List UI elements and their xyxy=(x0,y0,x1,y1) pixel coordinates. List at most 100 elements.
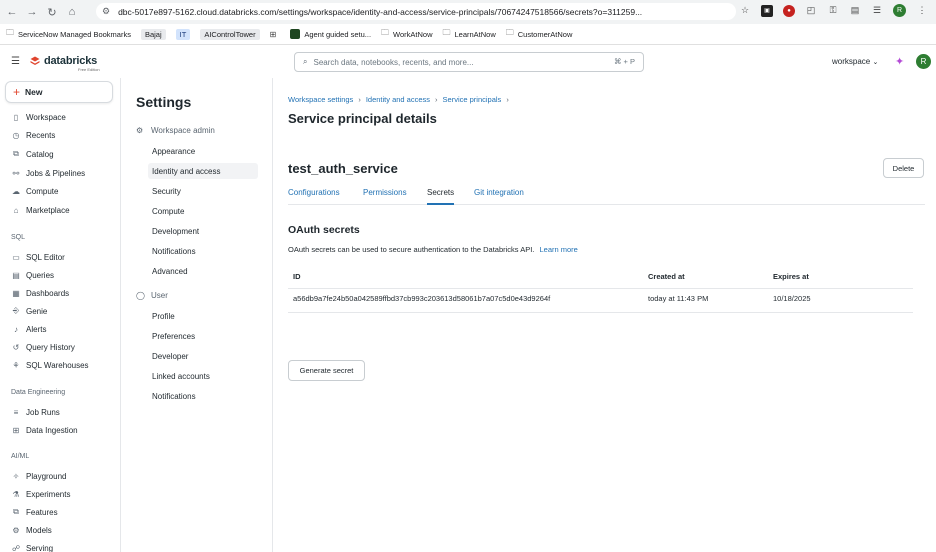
experiments-icon: ⚗ xyxy=(12,489,20,499)
clock-icon: ◷ xyxy=(12,130,20,140)
settings-item-development[interactable]: Development xyxy=(148,223,258,239)
user-avatar[interactable]: R xyxy=(916,54,931,69)
sidebar-item-job-runs[interactable]: ≡ Job Runs xyxy=(11,406,60,418)
breadcrumb-identity-and-access[interactable]: Identity and access xyxy=(366,95,430,104)
menu-hamburger-icon[interactable]: ☰ xyxy=(11,56,20,67)
reload-icon[interactable]: ↻ xyxy=(42,2,62,22)
sidebar-item-marketplace[interactable]: ⌂ Marketplace xyxy=(11,204,70,216)
sidebar-item-recents[interactable]: ◷ Recents xyxy=(11,129,56,141)
extension-puzzle-icon[interactable]: ◰ xyxy=(805,5,817,17)
bookmark-bajaj[interactable]: Bajaj xyxy=(140,28,166,40)
delete-button[interactable]: Delete xyxy=(883,158,924,178)
breadcrumb-workspace-settings[interactable]: Workspace settings xyxy=(288,95,353,104)
models-icon: ⚙ xyxy=(12,525,20,535)
bookmark-it[interactable]: IT xyxy=(175,28,191,40)
settings-item-developer[interactable]: Developer xyxy=(148,348,258,364)
settings-item-preferences[interactable]: Preferences xyxy=(148,328,258,344)
sidebar-item-data-ingestion[interactable]: ⊞ Data Ingestion xyxy=(11,424,78,436)
folder-icon: 🗀 xyxy=(505,28,514,37)
tab-secrets[interactable]: Secrets xyxy=(427,188,455,205)
sidebar-item-features[interactable]: ⧉ Features xyxy=(11,506,57,518)
sidebar-item-queries[interactable]: ▤ Queries xyxy=(11,269,54,281)
extensions-area: ☆ ▣ ● ◰ ⚿ ▤ ☰ R ⋮ xyxy=(739,4,928,17)
extension-red-icon[interactable]: ● xyxy=(783,4,795,17)
breadcrumb-service-principals[interactable]: Service principals xyxy=(443,95,502,104)
site-info-icon[interactable]: ⚙ xyxy=(102,6,110,17)
settings-item-linked-accounts[interactable]: Linked accounts xyxy=(148,368,258,384)
bookmark-agent-guided[interactable]: Agent guided setu... xyxy=(290,29,371,39)
settings-group-user: ◯ User xyxy=(136,291,168,300)
settings-item-notifications-user[interactable]: Notifications xyxy=(148,388,258,404)
sidebar-item-genie[interactable]: ⎆ Genie xyxy=(11,305,48,317)
settings-item-advanced[interactable]: Advanced xyxy=(148,263,258,279)
sidebar-item-compute[interactable]: ☁ Compute xyxy=(11,185,58,197)
settings-title: Settings xyxy=(136,94,192,110)
sidebar-item-alerts[interactable]: ♪ Alerts xyxy=(11,323,46,335)
browser-profile-avatar[interactable]: R xyxy=(893,4,906,17)
global-search-input[interactable]: ⌕ Search data, notebooks, recents, and m… xyxy=(294,52,644,72)
tab-configurations[interactable]: Configurations xyxy=(288,188,340,205)
sidebar-item-playground[interactable]: ✧ Playground xyxy=(11,470,67,482)
sidebar-item-sql-warehouses[interactable]: ⚘ SQL Warehouses xyxy=(11,359,88,371)
tab-bar: Configurations Permissions Secrets Git i… xyxy=(288,188,925,205)
back-icon[interactable]: ← xyxy=(2,2,22,22)
password-key-icon[interactable]: ⚿ xyxy=(827,5,839,17)
breadcrumb-separator-icon: › xyxy=(435,95,438,104)
sidebar-item-query-history[interactable]: ↺ Query History xyxy=(11,341,75,353)
cloud-icon: ☁ xyxy=(12,186,20,196)
address-bar[interactable]: ⚙ dbc-5017e897-5162.cloud.databricks.com… xyxy=(96,3,736,20)
warehouse-icon: ⚘ xyxy=(12,360,20,370)
bookmark-customeratnow[interactable]: 🗀 CustomerAtNow xyxy=(506,27,573,41)
search-placeholder: Search data, notebooks, recents, and mor… xyxy=(313,57,474,67)
sidebar-item-dashboards[interactable]: ▦ Dashboards xyxy=(11,287,69,299)
bookmark-workatnow[interactable]: 🗀 WorkAtNow xyxy=(381,27,432,41)
home-icon[interactable]: ⌂ xyxy=(62,2,82,22)
settings-item-notifications-admin[interactable]: Notifications xyxy=(148,243,258,259)
databricks-logo[interactable]: databricks xyxy=(30,55,97,67)
settings-nav: Settings ⚙ Workspace admin Appearance Id… xyxy=(121,78,273,552)
secret-created-cell: today at 11:43 PM xyxy=(648,294,709,303)
menu-dots-icon[interactable]: ⋮ xyxy=(916,5,928,17)
bookmark-learnatnow[interactable]: 🗀 LearnAtNow xyxy=(442,27,495,41)
settings-item-profile[interactable]: Profile xyxy=(148,308,258,324)
learn-more-link[interactable]: Learn more xyxy=(539,245,577,254)
sidebar-item-serving[interactable]: ☍ Serving xyxy=(11,542,53,552)
sidebar-item-catalog[interactable]: ⧉ Catalog xyxy=(11,148,53,160)
runs-icon: ≡ xyxy=(13,407,19,417)
bookmark-servicenow[interactable]: 🗀 ServiceNow Managed Bookmarks xyxy=(6,27,131,41)
tab-search-icon[interactable]: ☰ xyxy=(871,5,883,17)
settings-item-security[interactable]: Security xyxy=(148,183,258,199)
settings-item-compute[interactable]: Compute xyxy=(148,203,258,219)
breadcrumb: Workspace settings › Identity and access… xyxy=(288,95,514,104)
queries-icon: ▤ xyxy=(12,270,20,280)
generate-secret-button[interactable]: Generate secret xyxy=(288,360,365,381)
sidebar-item-jobs[interactable]: ⚯ Jobs & Pipelines xyxy=(11,167,86,179)
url-text: dbc-5017e897-5162.cloud.databricks.com/s… xyxy=(118,6,643,17)
folder-icon: 🗀 xyxy=(6,28,14,37)
sidebar-item-experiments[interactable]: ⚗ Experiments xyxy=(11,488,70,500)
bookmark-star-icon[interactable]: ☆ xyxy=(739,5,751,17)
features-icon: ⧉ xyxy=(13,507,19,516)
sidebar-item-workspace[interactable]: ▯ Workspace xyxy=(11,111,66,123)
sidebar-item-sql-editor[interactable]: ▭ SQL Editor xyxy=(11,251,65,263)
settings-item-appearance[interactable]: Appearance xyxy=(148,143,258,159)
sidebar-section-aiml: AI/ML xyxy=(11,453,30,460)
reading-mode-icon[interactable]: ▤ xyxy=(849,5,861,17)
tab-permissions[interactable]: Permissions xyxy=(363,188,407,205)
forward-icon[interactable]: → xyxy=(22,2,42,22)
plus-icon: + xyxy=(13,85,21,99)
bookmark-aicontroltower[interactable]: AIControlTower xyxy=(200,28,260,40)
browser-toolbar: ← → ↻ ⌂ ⚙ dbc-5017e897-5162.cloud.databr… xyxy=(0,0,936,24)
tab-git-integration[interactable]: Git integration xyxy=(474,188,524,205)
settings-item-identity-and-access[interactable]: Identity and access xyxy=(148,163,258,179)
workspace-switcher[interactable]: workspace ⌄ xyxy=(832,57,878,66)
assistant-sparkle-icon[interactable]: ✦ xyxy=(895,55,904,68)
table-row-divider xyxy=(288,312,913,313)
new-button[interactable]: + New xyxy=(5,81,113,103)
editor-icon: ▭ xyxy=(12,252,20,262)
secret-id-cell: a56db9a7fe24b50a042589ffbd37cb993c203613… xyxy=(293,294,551,303)
extension-square-icon[interactable]: ▣ xyxy=(761,4,773,17)
secret-expires-cell: 10/18/2025 xyxy=(773,294,811,303)
bookmark-apps[interactable]: ⊞ xyxy=(270,30,281,39)
sidebar-item-models[interactable]: ⚙ Models xyxy=(11,524,51,536)
